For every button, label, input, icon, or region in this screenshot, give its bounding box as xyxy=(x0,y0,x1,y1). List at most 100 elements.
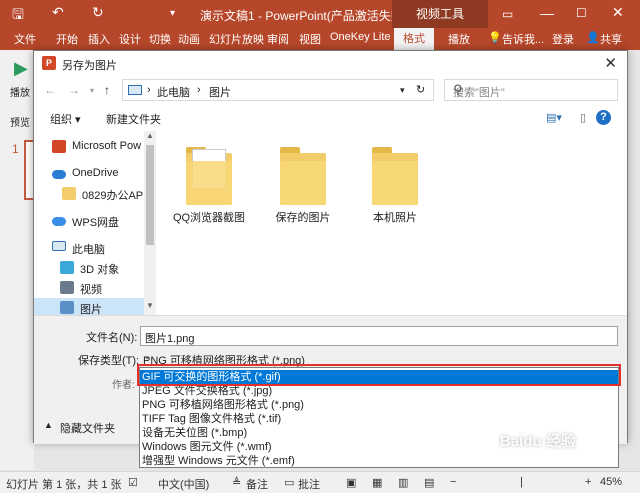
folder-item[interactable]: 保存的图片 xyxy=(258,141,348,231)
tab-file[interactable]: 文件 xyxy=(14,31,36,47)
savetype-option-gif[interactable]: GIF 可交换的图形格式 (*.gif) xyxy=(140,370,618,384)
computer-icon xyxy=(52,241,66,251)
close-window-icon[interactable]: ✕ xyxy=(612,4,624,21)
nav-item-0829[interactable]: 0829办公APP xyxy=(34,184,150,204)
navigation-pane: Microsoft Pow OneDrive 0829办公APP WPS网盘 此… xyxy=(34,131,156,315)
dialog-close-icon[interactable]: ✕ xyxy=(604,54,617,72)
save-icon[interactable]: 🖫 xyxy=(12,4,24,28)
nav-pane-scrollbar[interactable]: ▲ ▼ xyxy=(144,131,156,315)
savetype-option-tif[interactable]: TIFF Tag 图像文件格式 (*.tif) xyxy=(140,412,618,426)
slideshow-view-icon[interactable]: ▤ xyxy=(424,476,434,489)
reading-view-icon[interactable]: ▥ xyxy=(398,476,408,489)
tab-insert[interactable]: 插入 xyxy=(88,31,110,47)
spellcheck-icon[interactable]: ☑ xyxy=(128,476,138,489)
status-bar: 幻灯片 第 1 张，共 1 张 ☑ 中文(中国) ≜ 备注 ▭ 批注 ▣ ▦ ▥… xyxy=(0,471,640,493)
nav-item-wps[interactable]: WPS网盘 xyxy=(34,211,146,231)
play-icon[interactable]: ▶ xyxy=(14,58,28,79)
folder-icon xyxy=(62,187,76,200)
author-label: 作者: xyxy=(112,380,135,391)
breadcrumb-this-pc[interactable]: 此电脑 xyxy=(157,84,190,100)
scroll-up-icon[interactable]: ▲ xyxy=(146,131,154,140)
ribbon-tabs: 文件 开始 插入 设计 切换 动画 幻灯片放映 审阅 视图 OneKey Lit… xyxy=(0,28,640,50)
refresh-icon[interactable]: ↻ xyxy=(416,83,425,96)
tab-slideshow[interactable]: 幻灯片放映 xyxy=(209,31,264,47)
preview-pane-icon[interactable]: ▯ xyxy=(580,111,586,124)
language-status[interactable]: 中文(中国) xyxy=(158,476,209,492)
organize-button[interactable]: 组织 ▾ xyxy=(50,111,81,127)
zoom-in-icon[interactable]: + xyxy=(585,476,591,488)
customize-qat-icon[interactable]: ▾ xyxy=(170,8,175,19)
folder-label: QQ浏览器截图 xyxy=(172,212,246,224)
redo-icon[interactable]: ↻ xyxy=(92,4,104,21)
zoom-slider[interactable]: | xyxy=(520,476,523,488)
nav-item-label: WPS网盘 xyxy=(72,217,120,229)
scroll-down-icon[interactable]: ▼ xyxy=(146,301,154,310)
pictures-icon xyxy=(60,301,74,314)
chevron-down-icon[interactable]: ⌄ xyxy=(143,351,613,362)
nav-item-onedrive[interactable]: OneDrive xyxy=(34,164,146,184)
minimize-icon[interactable]: — xyxy=(540,5,554,21)
zoom-level[interactable]: 45% xyxy=(600,476,622,488)
folder-item[interactable]: 本机照片 xyxy=(350,141,440,231)
savetype-label: 保存类型(T): xyxy=(78,355,140,367)
tab-transitions[interactable]: 切换 xyxy=(149,31,171,47)
breadcrumb-separator: › xyxy=(197,84,201,96)
chevron-up-icon[interactable]: ▲ xyxy=(44,420,53,430)
folder-icon xyxy=(372,147,418,205)
nav-item-label: 图片 xyxy=(80,304,102,315)
folder-item[interactable]: QQ浏览器截图 xyxy=(164,141,254,231)
new-folder-button[interactable]: 新建文件夹 xyxy=(106,111,161,127)
undo-icon[interactable]: ↶ xyxy=(52,4,64,21)
savetype-option-png[interactable]: PNG 可移植网络图形格式 (*.png) xyxy=(140,398,618,412)
folder-label: 保存的图片 xyxy=(275,212,331,224)
breadcrumb-pictures[interactable]: 图片 xyxy=(209,84,231,100)
address-bar[interactable]: › 此电脑 › 图片 ▾ ↻ xyxy=(122,79,434,101)
up-arrow-icon[interactable]: ↑ xyxy=(104,83,110,97)
navigation-row: ← → ▾ ↑ › 此电脑 › 图片 ▾ ↻ 搜索"图片" ⚲ xyxy=(34,77,627,103)
nav-item-pictures[interactable]: 图片 xyxy=(34,298,146,315)
chevron-down-icon[interactable]: ⌄ xyxy=(145,329,613,340)
savetype-select[interactable]: PNG 可移植网络图形格式 (*.png) ⌄ xyxy=(140,350,618,368)
login-link[interactable]: 登录 xyxy=(552,31,574,47)
zoom-out-icon[interactable]: − xyxy=(450,476,456,488)
notes-button[interactable]: 备注 xyxy=(246,476,268,492)
tab-review[interactable]: 审阅 xyxy=(267,31,289,47)
nav-item-label: OneDrive xyxy=(72,167,119,179)
tab-format[interactable]: 格式 xyxy=(394,28,434,50)
search-input[interactable]: 搜索"图片" ⚲ xyxy=(444,79,618,101)
tell-me-box[interactable]: 告诉我... xyxy=(502,31,544,47)
dialog-toolbar: 组织 ▾ 新建文件夹 ▤▾ ▯ ? xyxy=(34,107,627,129)
computer-icon xyxy=(128,85,142,95)
ribbon-options-icon[interactable]: ▭ xyxy=(502,7,513,21)
nav-item-powerpoint[interactable]: Microsoft Pow xyxy=(34,137,146,157)
tab-home[interactable]: 开始 xyxy=(56,31,78,47)
tab-view[interactable]: 视图 xyxy=(299,31,321,47)
hide-folders-button[interactable]: 隐藏文件夹 xyxy=(60,420,115,436)
nav-item-this-pc[interactable]: 此电脑 xyxy=(34,238,146,258)
view-options-icon[interactable]: ▤▾ xyxy=(546,111,562,124)
tab-animations[interactable]: 动画 xyxy=(178,31,200,47)
tab-design[interactable]: 设计 xyxy=(119,31,141,47)
scrollbar-thumb[interactable] xyxy=(146,145,154,245)
nav-item-videos[interactable]: 视频 xyxy=(34,278,146,298)
nav-item-3d[interactable]: 3D 对象 xyxy=(34,258,146,278)
tab-onekey[interactable]: OneKey Lite xyxy=(330,31,391,43)
normal-view-icon[interactable]: ▣ xyxy=(346,476,356,489)
title-bar: 🖫 ↶ ↻ ▾ 演示文稿1 - PowerPoint(产品激活失败) 视频工具 … xyxy=(0,0,640,28)
tab-playback[interactable]: 播放 xyxy=(448,31,470,47)
comments-button[interactable]: 批注 xyxy=(298,476,320,492)
share-button[interactable]: 共享 xyxy=(600,31,622,47)
help-icon[interactable]: ? xyxy=(596,110,611,125)
slide-number: 1 xyxy=(12,142,19,156)
forward-arrow-icon[interactable]: → xyxy=(68,83,80,97)
nav-item-label: 3D 对象 xyxy=(80,264,120,276)
recent-locations-icon[interactable]: ▾ xyxy=(90,86,94,95)
maximize-icon[interactable]: ☐ xyxy=(576,6,587,20)
share-icon: 👤 xyxy=(586,32,600,44)
filename-input[interactable]: 图片1.png ⌄ xyxy=(140,326,618,346)
slide-sorter-icon[interactable]: ▦ xyxy=(372,476,382,489)
address-dropdown-icon[interactable]: ▾ xyxy=(400,85,405,96)
back-arrow-icon[interactable]: ← xyxy=(44,83,56,97)
savetype-option-jpg[interactable]: JPEG 文件交换格式 (*.jpg) xyxy=(140,384,618,398)
notes-icon: ≜ xyxy=(232,477,242,489)
